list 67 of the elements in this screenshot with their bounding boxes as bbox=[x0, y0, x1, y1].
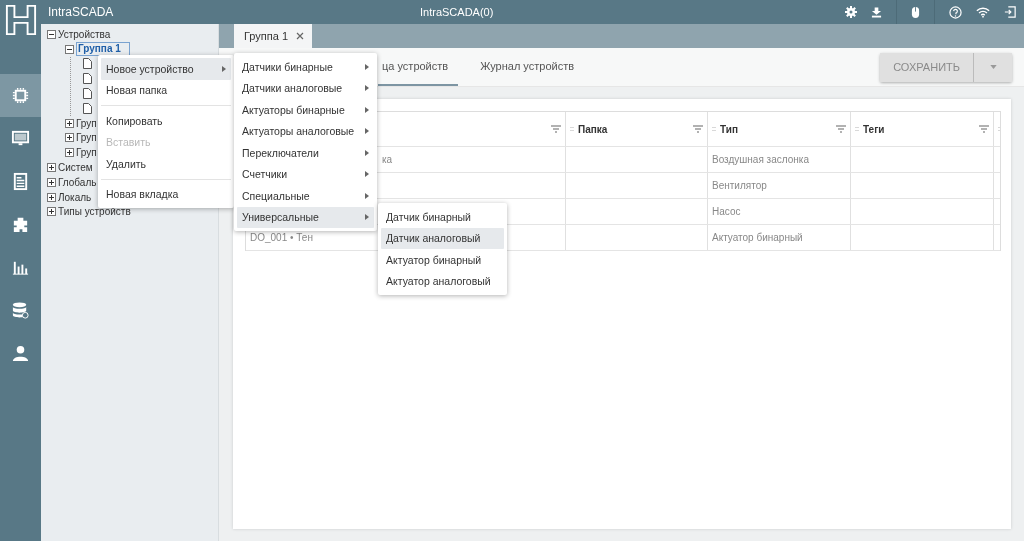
view-tab[interactable]: Журнал устройств bbox=[470, 48, 585, 86]
help-icon[interactable] bbox=[949, 5, 962, 19]
monitor-icon bbox=[11, 129, 30, 148]
database-icon bbox=[11, 301, 30, 320]
table-cell: Воздушная заслонка bbox=[712, 154, 809, 165]
mouse-icon[interactable] bbox=[911, 5, 920, 19]
toggle-icon[interactable] bbox=[47, 207, 56, 217]
logo-icon bbox=[4, 4, 37, 36]
toggle-icon[interactable] bbox=[47, 163, 56, 173]
tree-item[interactable]: Груп bbox=[76, 147, 97, 159]
menu-item[interactable]: Универсальные bbox=[237, 206, 374, 228]
menu-item[interactable]: Актуатор бинарный bbox=[381, 249, 504, 271]
chip-icon bbox=[11, 86, 30, 105]
tree-item[interactable]: Груп bbox=[76, 132, 97, 144]
download-icon[interactable] bbox=[871, 6, 882, 18]
column-header: Тип bbox=[720, 123, 739, 135]
table-cell: ка bbox=[382, 154, 393, 165]
table-cell: Вентилятор bbox=[712, 180, 767, 191]
table-cell: DO_001 • Тен bbox=[250, 232, 313, 243]
menu-item[interactable]: Новое устройство bbox=[101, 58, 231, 80]
file-icon bbox=[83, 102, 92, 114]
menu-item[interactable]: Новая вкладка bbox=[101, 183, 231, 205]
toggle-icon[interactable] bbox=[65, 44, 74, 54]
toggle-icon[interactable] bbox=[47, 177, 56, 187]
toggle-icon[interactable] bbox=[65, 148, 74, 158]
menu-item[interactable]: Копировать bbox=[101, 110, 231, 132]
menu-item[interactable]: Новая папка bbox=[101, 79, 231, 101]
menu-item[interactable]: Датчики бинарные bbox=[237, 56, 374, 78]
caret-icon bbox=[989, 65, 997, 69]
table-cell: Актуатор бинарный bbox=[712, 232, 803, 243]
logout-icon[interactable] bbox=[1004, 6, 1016, 18]
settings-icon[interactable] bbox=[845, 6, 857, 18]
menu-item[interactable]: Датчик бинарный bbox=[381, 206, 504, 228]
file-icon bbox=[83, 73, 92, 85]
toggle-icon[interactable] bbox=[65, 133, 74, 143]
file-icon bbox=[83, 58, 92, 70]
menu-item[interactable]: Переключатели bbox=[237, 142, 374, 164]
column-header: Папка bbox=[578, 123, 609, 135]
document-icon bbox=[11, 172, 30, 191]
tree-item[interactable]: Устройства bbox=[58, 28, 111, 40]
nav-item[interactable] bbox=[0, 74, 41, 117]
toggle-icon[interactable] bbox=[47, 192, 56, 202]
menu-item[interactable]: Датчики аналоговые bbox=[237, 77, 374, 99]
tree-item[interactable]: Груп bbox=[76, 117, 97, 129]
menu-item[interactable]: Актуатор аналоговый bbox=[381, 270, 504, 292]
tree-item[interactable]: Систем bbox=[58, 162, 93, 174]
toggle-icon[interactable] bbox=[47, 29, 56, 39]
toggle-icon[interactable] bbox=[65, 118, 74, 128]
tree-item[interactable]: Глобаль bbox=[58, 176, 97, 188]
menu-item[interactable]: Удалить bbox=[101, 153, 231, 175]
document-tab[interactable]: Группа 1 bbox=[234, 24, 313, 48]
wifi-icon[interactable] bbox=[976, 6, 990, 18]
tree-item[interactable]: Локаль bbox=[58, 191, 92, 203]
tree-item[interactable]: Типы устройств bbox=[58, 206, 131, 218]
menu-item[interactable]: Специальные bbox=[237, 185, 374, 207]
puzzle-icon bbox=[11, 215, 30, 234]
menu-item[interactable]: Актуаторы бинарные bbox=[237, 99, 374, 121]
file-icon bbox=[83, 88, 92, 100]
table-cell: Насос bbox=[712, 206, 741, 217]
menu-item[interactable]: Датчик аналоговый bbox=[381, 227, 504, 249]
close-icon[interactable] bbox=[296, 32, 305, 40]
connection-title: IntraSCADA(0) bbox=[420, 6, 494, 18]
menu-item[interactable]: Счетчики bbox=[237, 163, 374, 185]
app-title: IntraSCADA bbox=[48, 5, 114, 19]
menu-item[interactable]: Актуаторы аналоговые bbox=[237, 120, 374, 142]
column-header: Теги bbox=[863, 123, 886, 135]
user-icon bbox=[11, 344, 30, 363]
